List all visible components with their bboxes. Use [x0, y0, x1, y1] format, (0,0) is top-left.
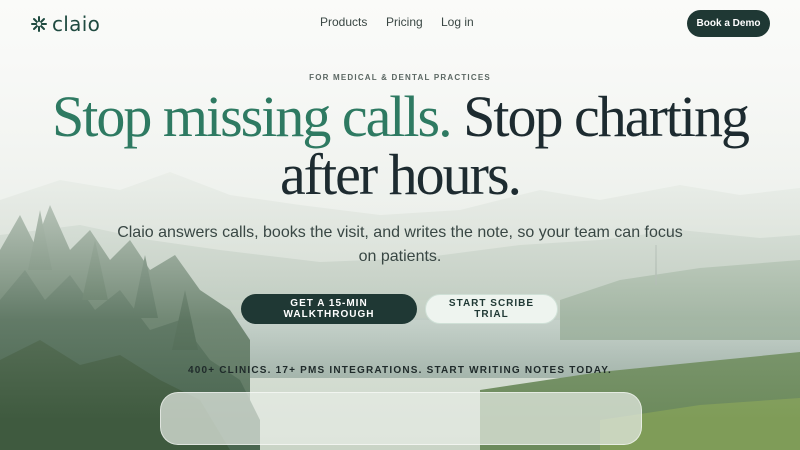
social-proof-text: 400+ CLINICS. 17+ PMS INTEGRATIONS. STAR… [187, 365, 613, 376]
top-nav: claio Products Pricing Log in Book a Dem… [0, 0, 800, 46]
book-demo-button[interactable]: Book a Demo [687, 10, 770, 37]
walkthrough-button[interactable]: GET A 15-MIN WALKTHROUGH [241, 294, 417, 324]
nav-links: Products Pricing Log in [320, 15, 499, 29]
hero-subhead: Claio answers calls, books the visit, an… [117, 224, 683, 265]
nav-link-pricing[interactable]: Pricing [386, 15, 423, 29]
brand-logo[interactable]: claio [30, 12, 100, 36]
hero-eyebrow: FOR MEDICAL & DENTAL PRACTICES [309, 73, 491, 82]
hero-glass-panel [160, 392, 642, 445]
nav-link-products[interactable]: Products [320, 15, 367, 29]
scribe-trial-button[interactable]: START SCRIBE TRIAL [425, 294, 558, 324]
asterisk-flower-icon [30, 15, 48, 33]
headline-accent: Stop missing calls. [51, 84, 453, 149]
nav-link-login[interactable]: Log in [441, 15, 474, 29]
brand-name: claio [52, 12, 101, 36]
hero-headline: Stop missing calls. Stop charting after … [0, 88, 800, 204]
